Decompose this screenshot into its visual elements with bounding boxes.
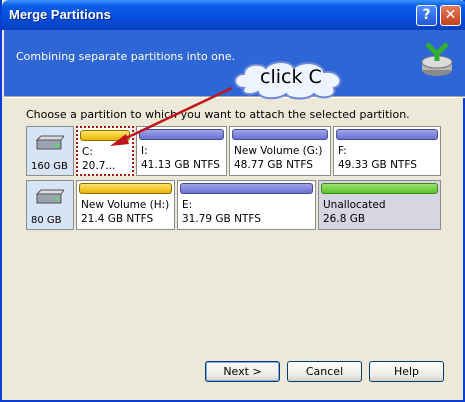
help-button[interactable]: Help (369, 361, 444, 382)
partition-f[interactable]: F: 49.33 GB NTFS (333, 126, 441, 176)
unallocated-bar (321, 183, 438, 194)
partition-e[interactable]: E: 31.79 GB NTFS (177, 180, 316, 230)
partition-i-detail: 41.13 GB NTFS (141, 159, 220, 171)
hard-disk-icon (35, 189, 64, 204)
cancel-button[interactable]: Cancel (287, 361, 362, 382)
hard-disk-icon (35, 135, 64, 150)
partition-c-bar (80, 130, 130, 141)
partition-i[interactable]: I: 41.13 GB NTFS (136, 126, 227, 176)
partition-g-detail: 48.77 GB NTFS (234, 159, 313, 171)
partition-e-name: E: (182, 199, 193, 211)
disk-row-1: 160 GB C: 20.7... I: 41.13 GB NTFS New V… (26, 126, 442, 178)
window-title: Merge Partitions (9, 7, 111, 22)
partition-c-detail: 20.7... (82, 160, 116, 172)
partition-c[interactable]: C: 20.7... (76, 126, 134, 176)
unallocated-detail: 26.8 GB (323, 213, 366, 225)
unallocated-name: Unallocated (323, 199, 386, 211)
header-subtitle: Combining separate partitions into one. (16, 50, 236, 63)
partition-g[interactable]: New Volume (G:) 48.77 GB NTFS (229, 126, 331, 176)
partition-i-bar (139, 129, 224, 140)
disk-1-tile: 160 GB (26, 126, 74, 176)
partition-f-name: F: (338, 145, 347, 157)
partition-e-bar (180, 183, 313, 194)
partition-unallocated[interactable]: Unallocated 26.8 GB (318, 180, 441, 230)
partition-h-name: New Volume (H:) (81, 199, 170, 211)
callout-text: click C (260, 66, 322, 88)
partition-g-bar (232, 129, 328, 140)
partition-h-detail: 21.4 GB NTFS (81, 213, 154, 225)
disk-2-tile: 80 GB (26, 180, 74, 230)
merge-partitions-dialog: Merge Partitions ? ✕ Combining separate … (0, 0, 465, 402)
partition-h[interactable]: New Volume (H:) 21.4 GB NTFS (76, 180, 175, 230)
partition-f-detail: 49.33 GB NTFS (338, 159, 417, 171)
partition-f-bar (336, 129, 438, 140)
partition-e-detail: 31.79 GB NTFS (182, 213, 261, 225)
disk-2-size: 80 GB (31, 215, 62, 226)
title-help-button[interactable]: ? (416, 5, 437, 26)
next-button[interactable]: Next > (205, 361, 280, 382)
disk-row-2: 80 GB New Volume (H:) 21.4 GB NTFS E: 31… (26, 180, 442, 232)
title-close-button[interactable]: ✕ (440, 5, 461, 26)
title-bar[interactable]: Merge Partitions ? ✕ (2, 0, 465, 30)
partition-h-bar (79, 183, 172, 194)
disk-1-size: 160 GB (31, 161, 68, 172)
merge-logo-icon (421, 42, 453, 76)
partition-c-name: C: (82, 146, 93, 158)
partition-i-name: I: (141, 145, 148, 157)
instruction-text: Choose a partition to which you want to … (26, 108, 410, 121)
partition-g-name: New Volume (G:) (234, 145, 323, 157)
